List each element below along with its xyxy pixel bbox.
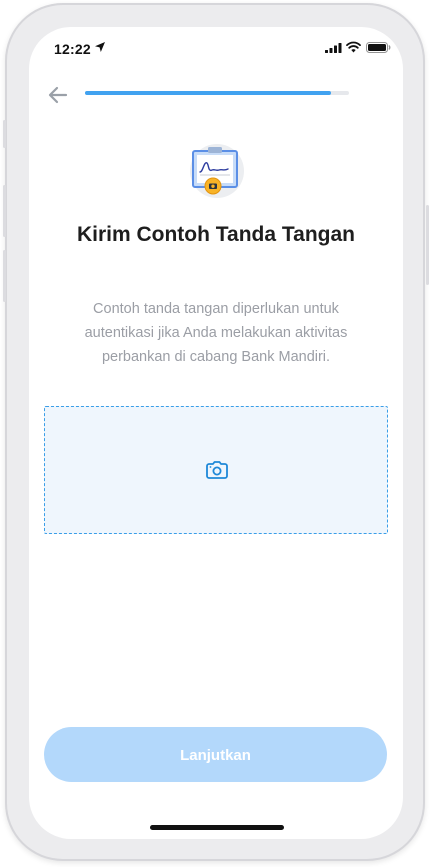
phone-side-button [3, 185, 6, 237]
battery-icon [366, 42, 391, 53]
phone-side-button [426, 205, 429, 285]
page-description: Contoh tanda tangan diperlukan untuk aut… [84, 301, 348, 365]
back-button[interactable] [45, 83, 71, 107]
phone-side-button [3, 250, 6, 302]
signature-upload-area[interactable] [44, 406, 388, 534]
app-screen: 12:22 Kirim Contoh Tanda Tangan Contoh t… [29, 27, 403, 839]
wifi-icon [346, 41, 361, 53]
cellular-signal-icon [325, 43, 342, 53]
status-time: 12:22 [54, 41, 91, 57]
progress-bar-fill [85, 91, 331, 95]
continue-button[interactable]: Lanjutkan [44, 727, 387, 782]
phone-side-button [3, 120, 6, 148]
progress-bar [85, 91, 349, 95]
signature-document-icon [190, 144, 244, 198]
location-arrow-icon [95, 42, 105, 52]
home-indicator [150, 825, 284, 830]
arrow-left-icon [48, 86, 68, 104]
page-title: Kirim Contoh Tanda Tangan [76, 223, 356, 246]
camera-icon [206, 461, 228, 479]
